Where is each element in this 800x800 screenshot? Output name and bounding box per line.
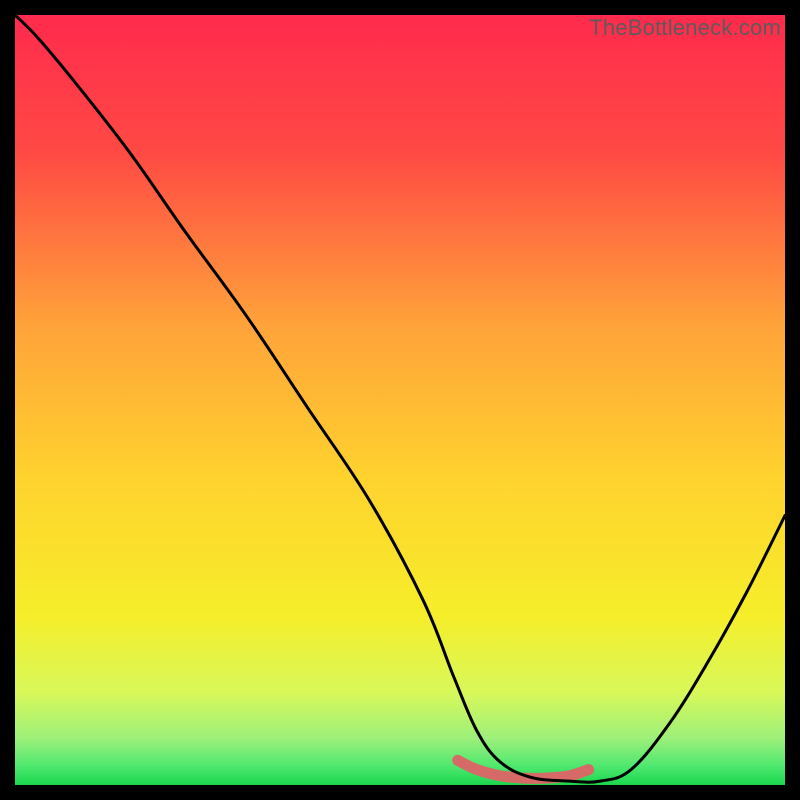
gradient-background xyxy=(15,15,785,785)
watermark-text: TheBottleneck.com xyxy=(589,15,781,41)
chart-frame: TheBottleneck.com xyxy=(15,15,785,785)
bottleneck-chart xyxy=(15,15,785,785)
